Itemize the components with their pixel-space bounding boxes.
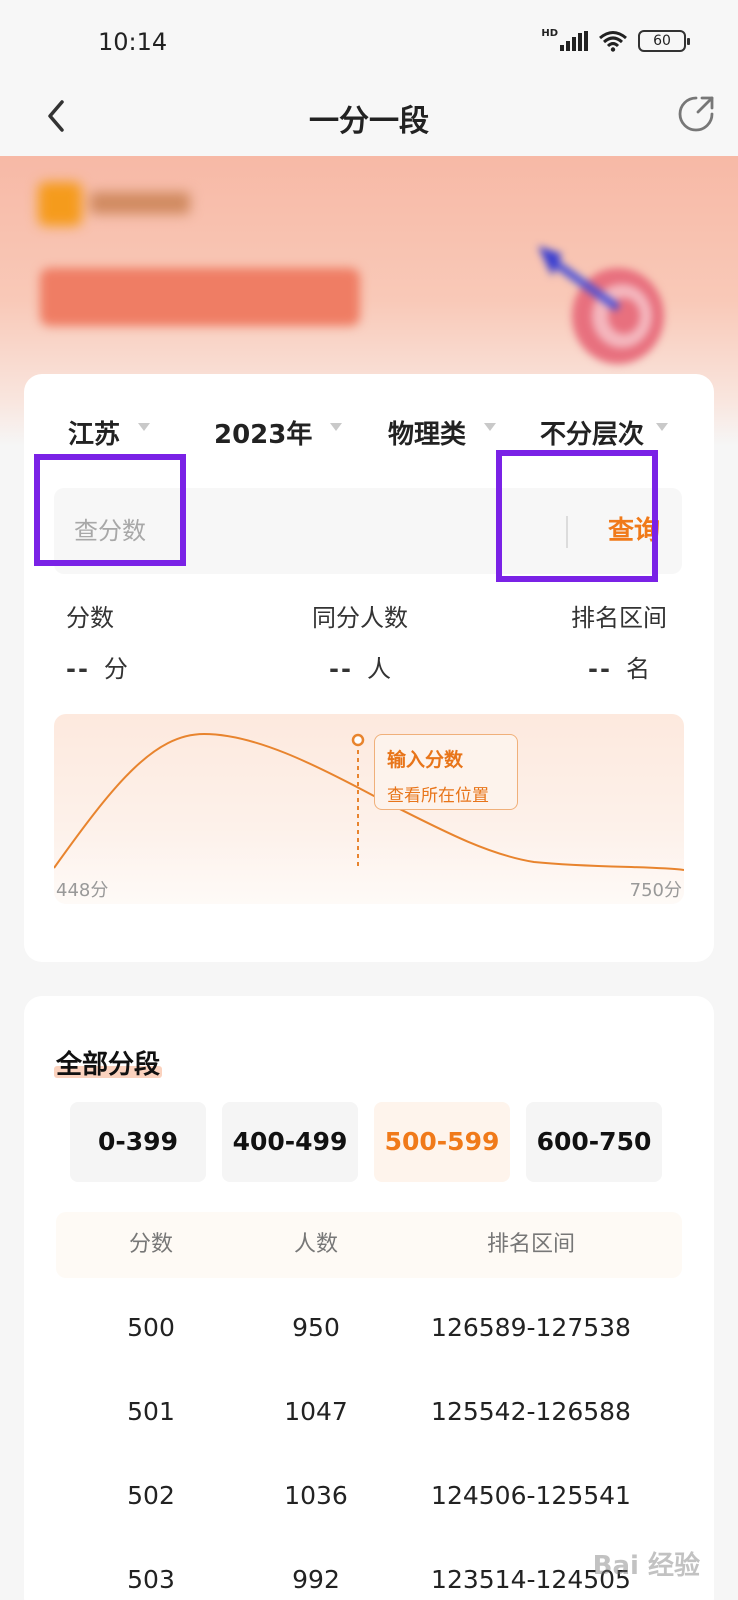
stat-score-value: --: [66, 655, 90, 683]
position-marker-dot: [351, 733, 365, 747]
range-tab-400-499[interactable]: 400-499: [222, 1102, 358, 1182]
section-title: 全部分段: [56, 1050, 161, 1080]
status-bar: 10:14 HD 60: [0, 0, 738, 86]
watermark-logo: Bai 经验: [592, 1551, 700, 1581]
axis-max-label: 750分: [629, 880, 682, 901]
battery-icon: 60: [638, 30, 690, 52]
distribution-curve-svg: [54, 732, 684, 871]
range-tab-500-599[interactable]: 500-599: [374, 1102, 510, 1182]
cell-score: 503: [127, 1565, 175, 1594]
subject-select[interactable]: 物理类: [388, 414, 497, 451]
province-label: 江苏: [68, 420, 121, 450]
chart-tooltip: 输入分数 查看所在位置: [374, 734, 518, 810]
level-label: 不分层次: [540, 420, 645, 450]
cell-score: 501: [127, 1397, 175, 1426]
filter-selectors: 江苏 2023年 物理类 不分层次: [24, 414, 714, 454]
status-icons: HD 60: [541, 27, 690, 52]
dropdown-caret-icon: [484, 422, 497, 431]
stat-score-unit: 分: [103, 655, 128, 683]
banner-slogan-pill: [40, 268, 360, 326]
brand-logo: [38, 182, 198, 226]
score-query-card: 江苏 2023年 物理类 不分层次 查询 分数 --分 同分人数 --人 排名区…: [24, 374, 714, 962]
hd-indicator: HD: [541, 27, 558, 39]
table-row: 500 950 126589-127538: [56, 1286, 682, 1370]
stat-same-count-unit: 人: [366, 655, 391, 683]
stat-rank: 排名区间 -- 名: [568, 598, 670, 684]
wifi-icon: [599, 31, 627, 52]
highlight-box-query: [496, 450, 658, 582]
cell-count: 1036: [284, 1481, 348, 1510]
table-row: 501 1047 125542-126588: [56, 1370, 682, 1454]
stat-score-label: 分数: [66, 604, 114, 632]
cell-score: 500: [127, 1313, 175, 1342]
battery-level: 60: [653, 33, 671, 49]
page-title: 一分一段: [309, 104, 429, 139]
table-row: 503 992 123514-124505: [56, 1538, 682, 1600]
table-header: 分数 人数 排名区间: [56, 1212, 682, 1278]
nav-bar: 一分一段: [0, 86, 738, 156]
axis-min-label: 448分: [56, 880, 109, 901]
dropdown-caret-icon: [330, 422, 343, 431]
cell-score: 502: [127, 1481, 175, 1510]
table-row: 502 1036 124506-125541: [56, 1454, 682, 1538]
highlight-box-input: [34, 454, 186, 566]
cell-rank: 124506-125541: [431, 1481, 631, 1510]
year-select[interactable]: 2023年: [214, 414, 343, 451]
dart-target-illustration: [538, 246, 664, 364]
level-select[interactable]: 不分层次: [540, 414, 669, 451]
range-tab-0-399[interactable]: 0-399: [70, 1102, 206, 1182]
stat-rank-value: --: [588, 655, 612, 683]
dropdown-caret-icon: [138, 422, 151, 431]
stat-score: 分数 -- 分: [66, 598, 128, 684]
stat-rank-label: 排名区间: [571, 604, 667, 632]
result-stats: 分数 -- 分 同分人数 -- 人 排名区间 -- 名: [24, 598, 714, 683]
cell-rank: 126589-127538: [431, 1313, 631, 1342]
range-tabs: 0-399 400-499 500-599 600-750: [70, 1102, 670, 1182]
tooltip-subtitle: 查看所在位置: [387, 786, 489, 806]
year-label: 2023年: [214, 420, 313, 450]
cell-count: 1047: [284, 1397, 348, 1426]
cell-count: 992: [292, 1565, 340, 1594]
tooltip-title: 输入分数: [387, 749, 464, 771]
share-icon[interactable]: [674, 92, 718, 136]
segments-card: 全部分段 0-399 400-499 500-599 600-750 分数 人数…: [24, 996, 714, 1600]
column-header-score: 分数: [128, 1232, 173, 1257]
stat-rank-unit: 名: [625, 655, 650, 683]
stat-same-count-value: --: [329, 655, 353, 683]
signal-icon: [560, 31, 588, 51]
cell-rank: 125542-126588: [431, 1397, 631, 1426]
subject-label: 物理类: [388, 420, 467, 450]
range-tab-600-750[interactable]: 600-750: [526, 1102, 662, 1182]
status-time: 10:14: [98, 28, 168, 56]
column-header-count: 人数: [293, 1232, 338, 1257]
dropdown-caret-icon: [656, 422, 669, 431]
province-select[interactable]: 江苏: [68, 414, 151, 451]
stat-same-count: 同分人数 -- 人: [298, 598, 422, 684]
distribution-curve: [54, 732, 684, 871]
stat-same-count-label: 同分人数: [312, 604, 408, 632]
score-distribution-chart[interactable]: 输入分数 查看所在位置 448分 750分: [54, 714, 684, 904]
column-header-rank: 排名区间: [486, 1232, 575, 1257]
cell-count: 950: [292, 1313, 340, 1342]
